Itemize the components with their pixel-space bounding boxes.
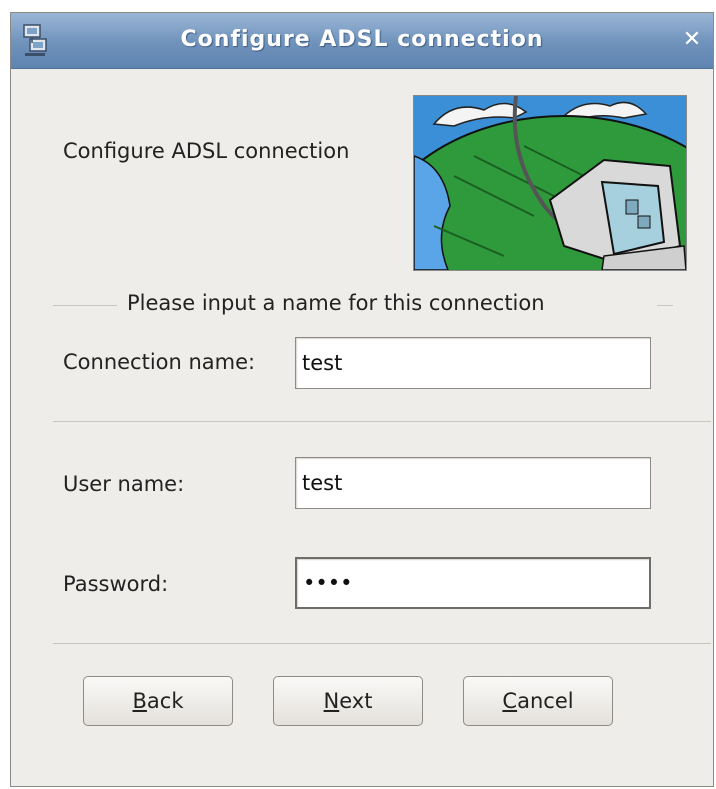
cancel-button[interactable]: Cancel <box>463 676 613 726</box>
dialog-window: Configure ADSL connection ✕ Configure AD… <box>10 12 716 787</box>
next-mnemonic: N <box>323 689 340 713</box>
header-label: Configure ADSL connection <box>63 139 350 163</box>
separator <box>53 643 711 644</box>
cancel-label-rest: ancel <box>517 689 574 713</box>
window-title: Configure ADSL connection <box>180 27 544 52</box>
next-label-rest: ext <box>339 689 373 713</box>
password-label: Password: <box>63 572 169 596</box>
connection-name-input[interactable] <box>295 337 651 389</box>
next-button[interactable]: Next <box>273 676 423 726</box>
back-mnemonic: B <box>132 689 147 713</box>
password-input[interactable] <box>295 557 651 609</box>
cancel-mnemonic: C <box>502 689 518 713</box>
back-button[interactable]: Back <box>83 676 233 726</box>
connection-name-label: Connection name: <box>63 350 256 374</box>
separator <box>53 421 711 422</box>
group-title: Please input a name for this connection <box>119 291 553 315</box>
user-name-input[interactable] <box>295 457 651 509</box>
globe-computer-illustration <box>363 95 716 417</box>
connection-name-group-header: Please input a name for this connection <box>53 291 673 319</box>
close-icon[interactable]: ✕ <box>679 27 705 53</box>
user-name-label: User name: <box>63 472 185 496</box>
title-bar[interactable]: Configure ADSL connection ✕ <box>11 13 713 69</box>
back-label-rest: ack <box>146 689 184 713</box>
